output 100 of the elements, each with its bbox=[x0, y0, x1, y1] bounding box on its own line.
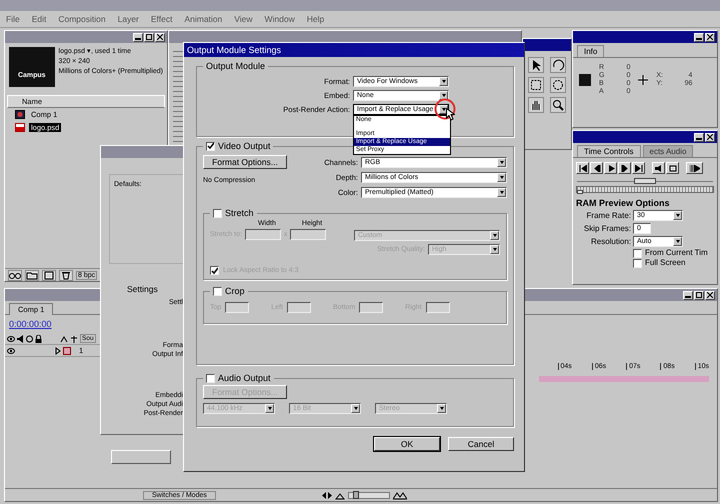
menu-item[interactable]: Animation bbox=[184, 14, 222, 24]
caret-icon bbox=[490, 231, 499, 240]
speaker-icon bbox=[654, 164, 662, 172]
first-frame-button[interactable] bbox=[576, 162, 589, 174]
palette-tab[interactable]: ects Audio bbox=[642, 145, 694, 157]
field-label: Frame Rate: bbox=[586, 211, 631, 220]
crosshair-icon bbox=[638, 75, 648, 85]
color-swatch bbox=[579, 74, 591, 86]
last-frame-button[interactable] bbox=[632, 162, 645, 174]
play-icon bbox=[606, 164, 614, 172]
title-bar bbox=[523, 39, 571, 51]
menu-item[interactable]: Composition bbox=[58, 14, 106, 24]
menu-item[interactable]: File bbox=[6, 14, 20, 24]
marquee-icon[interactable] bbox=[528, 77, 544, 93]
ram-preview-icon bbox=[690, 164, 700, 172]
menu-item[interactable]: Edit bbox=[32, 14, 46, 24]
close-button[interactable] bbox=[705, 132, 715, 142]
time-scrubber-thumb[interactable] bbox=[577, 190, 583, 194]
maximize-icon bbox=[696, 292, 702, 298]
group-title: Output Module bbox=[205, 61, 266, 71]
jog-thumb[interactable] bbox=[634, 178, 656, 184]
group-title: Crop bbox=[225, 286, 245, 296]
caret-icon bbox=[439, 91, 448, 100]
caret-icon bbox=[439, 77, 448, 86]
zoom-in-mountain-icon[interactable] bbox=[392, 490, 407, 500]
rotate-icon[interactable] bbox=[550, 57, 566, 73]
image-file-icon bbox=[15, 123, 25, 132]
close-icon bbox=[707, 134, 713, 140]
expand-triangle-icon[interactable] bbox=[55, 346, 61, 354]
ram-preview-button[interactable] bbox=[686, 162, 703, 174]
checkbox[interactable] bbox=[206, 142, 215, 150]
last-frame-icon bbox=[634, 164, 642, 172]
elliptical-marquee-icon[interactable] bbox=[550, 77, 566, 93]
menu-item[interactable]: Help bbox=[306, 14, 324, 24]
group-title: Stretch bbox=[225, 208, 254, 218]
checkbox[interactable] bbox=[213, 208, 222, 218]
loop-button[interactable] bbox=[666, 162, 679, 174]
previous-frame-button[interactable] bbox=[590, 162, 603, 174]
binoculars-icon[interactable] bbox=[8, 270, 22, 280]
ok-button[interactable]: OK bbox=[374, 437, 440, 451]
expand-arrows-icon[interactable] bbox=[322, 490, 332, 500]
highlight-circle bbox=[434, 98, 456, 120]
caret-icon bbox=[497, 188, 506, 197]
menu-item[interactable]: View bbox=[234, 14, 253, 24]
close-icon bbox=[157, 34, 163, 40]
next-frame-icon bbox=[620, 164, 628, 172]
close-button[interactable] bbox=[705, 32, 715, 42]
caret-icon bbox=[490, 245, 499, 254]
caret-icon bbox=[673, 237, 682, 246]
zoom-out-mountain-icon[interactable] bbox=[334, 490, 345, 500]
composition-icon[interactable] bbox=[42, 270, 56, 280]
zoom-slider-thumb[interactable] bbox=[352, 490, 359, 498]
eye-icon[interactable] bbox=[7, 334, 15, 342]
input-field[interactable] bbox=[359, 302, 384, 313]
input-field[interactable] bbox=[426, 302, 450, 313]
checkbox[interactable] bbox=[633, 258, 642, 268]
trash-icon[interactable] bbox=[59, 270, 73, 280]
caret-icon bbox=[265, 404, 274, 413]
checkbox[interactable] bbox=[210, 266, 219, 275]
lock-icon[interactable] bbox=[35, 334, 42, 342]
folder-icon[interactable] bbox=[25, 270, 39, 280]
zoom-icon[interactable] bbox=[550, 97, 566, 113]
caret-icon bbox=[437, 404, 446, 413]
maximize-icon bbox=[146, 34, 152, 40]
group-label: Settings bbox=[127, 284, 159, 294]
menu-item[interactable]: Effect bbox=[150, 14, 172, 24]
group-title: Video Output bbox=[218, 141, 270, 151]
palette-tab[interactable]: Info bbox=[577, 45, 604, 57]
close-icon bbox=[707, 292, 713, 298]
checkbox[interactable] bbox=[206, 374, 215, 382]
minimize-button[interactable] bbox=[694, 132, 704, 142]
field-label: Skip Frames: bbox=[582, 224, 631, 233]
checkbox-label: Full Screen bbox=[645, 258, 686, 268]
play-button[interactable] bbox=[604, 162, 617, 174]
palette-tab[interactable]: Time Controls bbox=[577, 145, 640, 157]
save-button[interactable] bbox=[111, 450, 171, 464]
format-options-button[interactable]: Format Options... bbox=[203, 155, 287, 169]
checkbox[interactable] bbox=[633, 248, 642, 258]
checkbox[interactable] bbox=[213, 286, 222, 296]
section-title: RAM Preview Options bbox=[575, 197, 671, 209]
minimize-button[interactable] bbox=[694, 32, 704, 42]
caret-icon bbox=[497, 173, 506, 182]
composition-icon bbox=[15, 110, 25, 119]
menu-item[interactable]: Window bbox=[264, 14, 295, 24]
eye-icon[interactable] bbox=[7, 346, 15, 354]
cancel-button[interactable]: Cancel bbox=[448, 437, 514, 451]
label-color-swatch[interactable] bbox=[63, 346, 71, 354]
next-frame-button[interactable] bbox=[618, 162, 631, 174]
height-field[interactable] bbox=[290, 229, 326, 240]
group-title: Audio Output bbox=[218, 373, 271, 383]
close-icon bbox=[707, 34, 713, 40]
width-field[interactable] bbox=[244, 229, 281, 240]
caret-icon bbox=[497, 158, 506, 167]
first-frame-icon bbox=[578, 164, 586, 172]
audio-button[interactable] bbox=[652, 162, 665, 174]
input-field[interactable] bbox=[286, 302, 311, 313]
previous-frame-icon bbox=[592, 164, 600, 172]
speaker-icon[interactable] bbox=[17, 334, 24, 342]
menu-item[interactable]: Layer bbox=[118, 14, 139, 24]
input-field[interactable] bbox=[225, 302, 250, 313]
